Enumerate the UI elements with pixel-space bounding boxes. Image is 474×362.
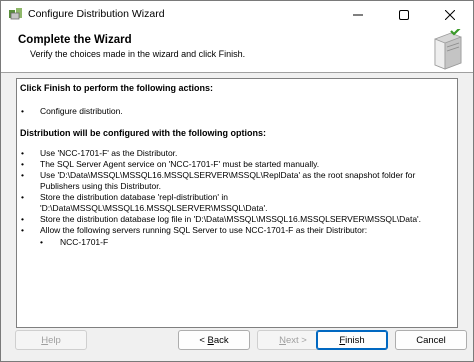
help-button[interactable]: Help [15, 330, 87, 350]
maximize-button[interactable] [381, 1, 427, 28]
list-item: Use 'NCC-1701-F' as the Distributor. [20, 148, 453, 159]
close-icon [445, 9, 455, 20]
page-title: Complete the Wizard [18, 34, 132, 46]
close-button[interactable] [427, 1, 473, 28]
list-item: The SQL Server Agent service on 'NCC-170… [20, 159, 453, 170]
server-check-icon [431, 27, 465, 71]
server-list: NCC-1701-F [20, 237, 453, 248]
wizard-app-icon [8, 7, 24, 21]
list-item: Use 'D:\Data\MSSQL\MSSQL16.MSSQLSERVER\M… [20, 170, 453, 192]
server-item: NCC-1701-F [20, 237, 453, 248]
distribution-heading: Distribution will be configured with the… [20, 128, 266, 138]
maximize-icon [399, 9, 409, 20]
minimize-button[interactable] [335, 1, 381, 28]
list-item: Configure distribution. [20, 106, 453, 117]
page-subtitle: Verify the choices made in the wizard an… [30, 49, 246, 59]
actions-heading: Click Finish to perform the following ac… [20, 83, 214, 93]
wizard-header: Complete the Wizard Verify the choices m… [1, 27, 473, 73]
options-list: Use 'NCC-1701-F' as the Distributor. The… [20, 148, 453, 248]
window-title: Configure Distribution Wizard [28, 8, 165, 20]
cancel-button[interactable]: Cancel [395, 330, 467, 350]
summary-panel[interactable]: Click Finish to perform the following ac… [16, 78, 458, 328]
finish-button[interactable]: Finish [316, 330, 388, 350]
wizard-window: Configure Distribution Wizard Complete t… [0, 0, 474, 362]
back-button[interactable]: < Back [178, 330, 250, 350]
list-item: Allow the following servers running SQL … [20, 225, 453, 248]
list-item-text: Allow the following servers running SQL … [40, 225, 368, 235]
list-item: Store the distribution database log file… [20, 214, 453, 225]
actions-list: Configure distribution. [20, 106, 453, 117]
title-bar: Configure Distribution Wizard [1, 1, 473, 28]
list-item: Store the distribution database 'repl-di… [20, 192, 453, 214]
minimize-icon [353, 14, 363, 15]
